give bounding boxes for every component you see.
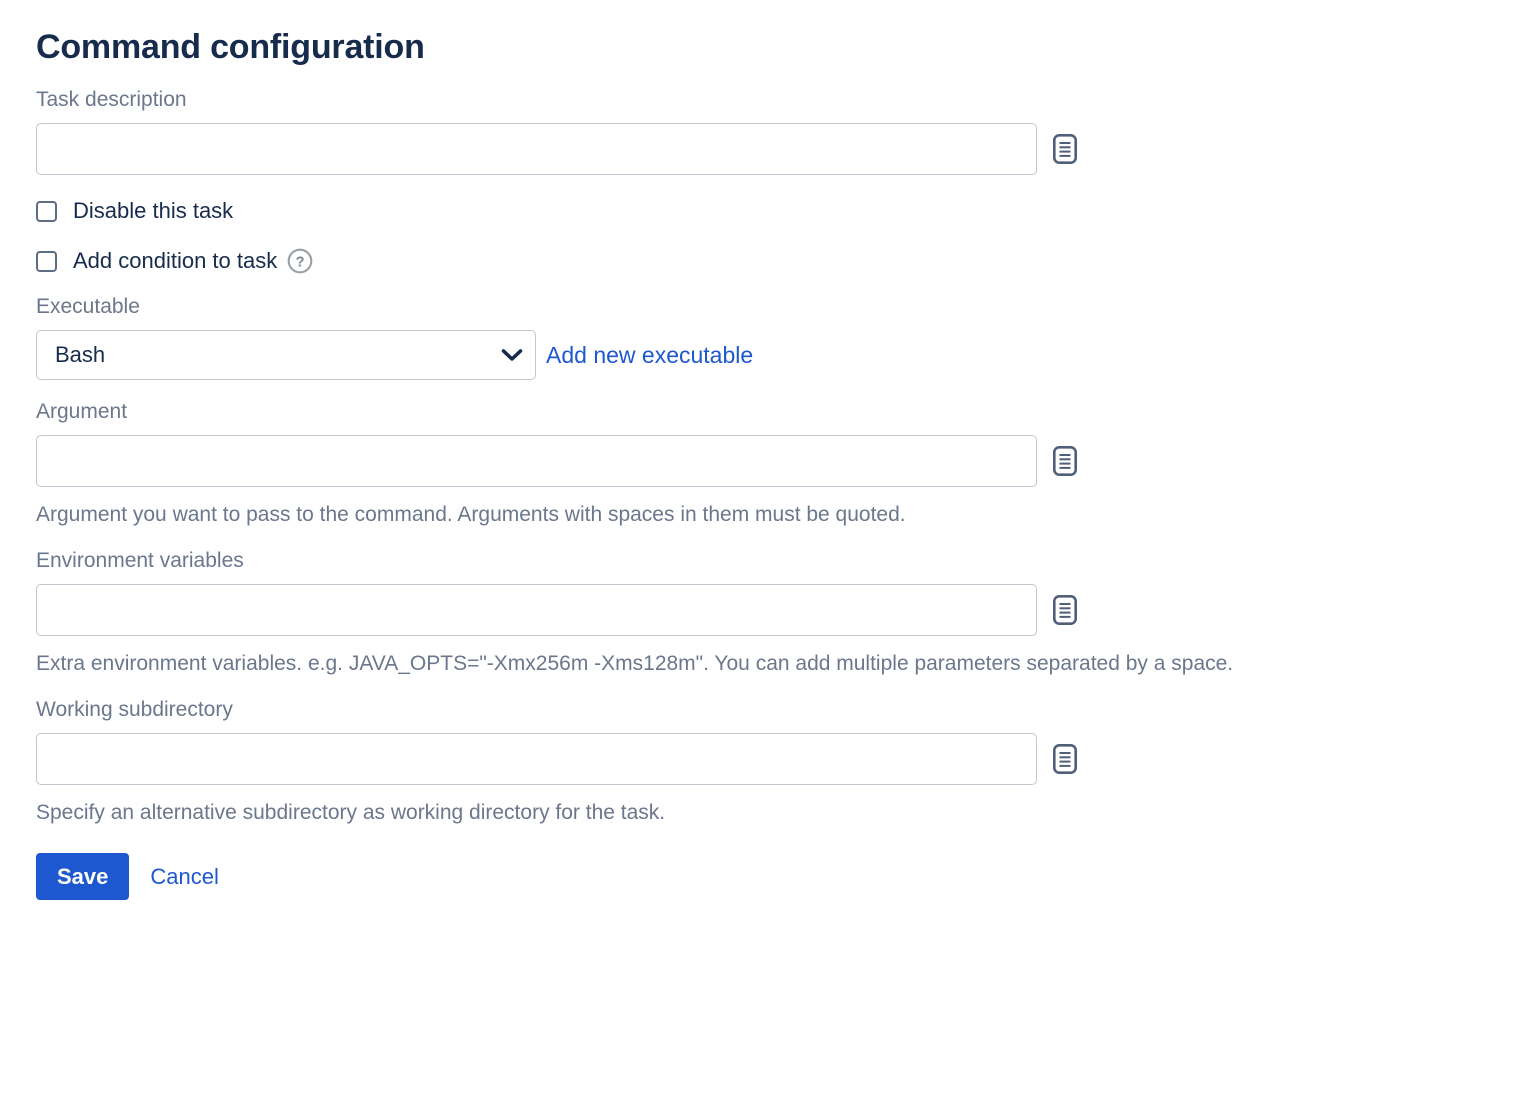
working-subdirectory-field: Working subdirectory Specify an alternat… xyxy=(36,696,1526,827)
environment-variables-label: Environment variables xyxy=(36,549,244,572)
add-condition-checkbox[interactable] xyxy=(36,250,57,272)
document-lines-icon[interactable] xyxy=(1051,593,1079,627)
document-lines-icon[interactable] xyxy=(1051,444,1079,478)
cancel-button[interactable]: Cancel xyxy=(150,864,218,890)
argument-help-text: Argument you want to pass to the command… xyxy=(36,503,906,526)
disable-task-row[interactable]: Disable this task xyxy=(36,197,1526,225)
environment-variables-field: Environment variables Extra environment … xyxy=(36,547,1526,678)
task-description-field: Task description xyxy=(36,86,1526,175)
working-subdirectory-row xyxy=(36,733,1526,785)
argument-label: Argument xyxy=(36,400,128,423)
executable-select[interactable]: Bash xyxy=(36,330,536,380)
disable-task-label: Disable this task xyxy=(73,198,234,223)
executable-label: Executable xyxy=(36,295,140,318)
argument-input[interactable] xyxy=(36,435,1037,487)
task-description-input[interactable] xyxy=(36,123,1037,175)
command-configuration-form: Command configuration Task description D… xyxy=(0,0,1526,1106)
environment-variables-row xyxy=(36,584,1526,636)
executable-field: Executable Bash Add new executable xyxy=(36,293,1526,380)
executable-select-wrap: Bash xyxy=(36,330,536,380)
working-subdirectory-label: Working subdirectory xyxy=(36,698,233,721)
disable-task-checkbox[interactable] xyxy=(36,200,57,222)
environment-variables-input[interactable] xyxy=(36,584,1037,636)
working-subdirectory-help-text: Specify an alternative subdirectory as w… xyxy=(36,801,666,824)
add-condition-label: Add condition to task xyxy=(73,248,278,273)
environment-variables-help-text: Extra environment variables. e.g. JAVA_O… xyxy=(36,652,1234,675)
working-subdirectory-input[interactable] xyxy=(36,733,1037,785)
argument-field: Argument Argument you want to pass to th… xyxy=(36,398,1526,529)
argument-row xyxy=(36,435,1526,487)
page-title: Command configuration xyxy=(36,28,425,66)
svg-text:?: ? xyxy=(296,254,305,270)
document-lines-icon[interactable] xyxy=(1051,132,1079,166)
task-description-label: Task description xyxy=(36,88,187,111)
add-new-executable-link[interactable]: Add new executable xyxy=(546,340,753,370)
add-condition-row[interactable]: Add condition to task ? xyxy=(36,247,1526,275)
form-actions: Save Cancel xyxy=(36,853,1526,900)
question-circle-icon[interactable]: ? xyxy=(287,248,313,274)
save-button[interactable]: Save xyxy=(36,853,130,900)
executable-row: Bash Add new executable xyxy=(36,330,1526,380)
task-description-row xyxy=(36,123,1526,175)
document-lines-icon[interactable] xyxy=(1051,742,1079,776)
